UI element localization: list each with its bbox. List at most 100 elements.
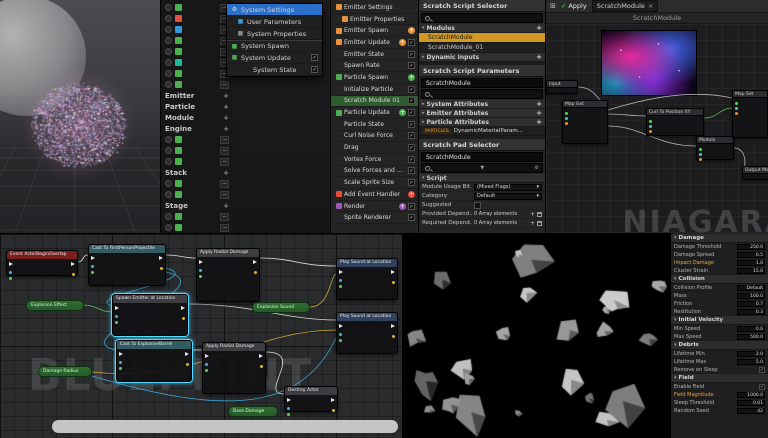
add-parameter-icon[interactable]: + <box>223 114 229 122</box>
module-enabled-checkbox[interactable]: ✓ <box>408 50 415 58</box>
scratch-module-item[interactable]: ScratchModule <box>419 33 545 43</box>
property-value-input[interactable]: 0.01 <box>737 399 765 406</box>
module-enabled-checkbox[interactable]: ✓ <box>408 144 415 152</box>
module-enabled-checkbox[interactable]: ✓ <box>408 97 415 105</box>
add-parameter-icon[interactable]: + <box>223 103 229 111</box>
pin-icon[interactable] <box>565 122 568 125</box>
stack-module-row[interactable]: Sprite Renderer + ✓ <box>331 212 418 225</box>
close-tab-icon[interactable]: × <box>648 2 653 10</box>
graph-node[interactable]: Map Set <box>732 90 768 138</box>
parameter-row[interactable]: − <box>161 178 233 189</box>
parameter-count-box[interactable]: − <box>220 146 229 155</box>
parameter-count-box[interactable]: − <box>220 157 229 166</box>
module-enabled-checkbox[interactable]: ✓ <box>408 202 415 210</box>
attribute-group-header[interactable]: ▸ System Attributes + <box>419 100 545 109</box>
add-module-button[interactable]: + <box>408 190 415 198</box>
details-section-header[interactable]: ▾ Damage <box>671 234 768 243</box>
graph-node[interactable]: Input <box>546 80 578 94</box>
property-dropdown[interactable]: Default ▾ <box>474 192 542 200</box>
menu-item[interactable]: ■ User Parameters ✓ <box>227 16 322 28</box>
add-element-icon[interactable]: + <box>530 220 535 227</box>
pin-icon[interactable] <box>649 120 652 123</box>
scratch-graph-canvas[interactable]: Input Map Get Curl To Position XY Modulo… <box>546 24 768 238</box>
parameter-count-box[interactable]: − <box>220 179 229 188</box>
dynamic-inputs-header[interactable]: ▸ Dynamic Inputs + <box>419 53 545 62</box>
scratch-module-tab[interactable]: ScratchModule × <box>591 0 659 12</box>
stack-module-row[interactable]: Curl Noise Force + ✓ <box>331 131 418 143</box>
parameter-row[interactable]: − <box>161 46 233 57</box>
property-value-input[interactable]: 2.0 <box>737 350 765 357</box>
stack-module-row[interactable]: Emitter Properties + ✓ <box>331 14 418 26</box>
panel-menu-icon[interactable]: ⊞ <box>550 2 556 10</box>
property-value-input[interactable]: 5.0 <box>737 358 765 365</box>
stack-module-row[interactable]: Solve Forces and Velocity + ✓ <box>331 166 418 178</box>
graph-node[interactable]: Modulo <box>696 136 734 161</box>
parameter-row[interactable]: − <box>161 68 233 79</box>
add-icon[interactable]: + <box>536 109 542 117</box>
variable-get-node[interactable]: Explosion Sound <box>252 302 310 313</box>
details-section-header[interactable]: ▾ Collision <box>671 275 768 284</box>
add-element-icon[interactable]: + <box>530 211 535 218</box>
stack-module-row[interactable]: Render + ✓ <box>331 201 418 213</box>
details-section-header[interactable]: ▾ Field <box>671 374 768 383</box>
parameter-row[interactable]: − <box>161 222 233 233</box>
module-enabled-checkbox[interactable]: ✓ <box>408 132 415 140</box>
menu-item[interactable]: ■ System Spawn ✓ <box>227 40 322 52</box>
stack-module-row[interactable]: Emitter Spawn + ✓ <box>331 25 418 38</box>
search-bar[interactable]: ▼ ⚙ <box>421 163 543 173</box>
destruction-viewport[interactable] <box>402 233 670 438</box>
stack-module-row[interactable]: Initialize Particle + ✓ <box>331 84 418 96</box>
parameter-category[interactable]: Module + <box>161 112 233 123</box>
module-enabled-checkbox[interactable]: ✓ <box>408 167 415 175</box>
stack-module-row[interactable]: Scale Sprite Size + ✓ <box>331 177 418 189</box>
module-enabled-checkbox[interactable]: ✓ <box>408 109 415 117</box>
property-value-input[interactable]: 1.0 <box>737 259 765 266</box>
parameter-row[interactable]: − <box>161 24 233 35</box>
attribute-group-header[interactable]: ▸ Emitter Attributes + <box>419 109 545 118</box>
add-parameter-icon[interactable]: + <box>223 169 229 177</box>
property-value-input[interactable]: 250.0 <box>737 243 765 250</box>
details-section-header[interactable]: ▾ Initial Velocity <box>671 316 768 325</box>
parameter-category[interactable]: Stage + <box>161 200 233 211</box>
stack-module-row[interactable]: Particle Update + ✓ <box>331 107 418 119</box>
apply-button[interactable]: ✓ Apply <box>561 2 587 10</box>
menu-item[interactable]: ⚙ System Settings ✓ <box>227 4 322 16</box>
module-enabled-checkbox[interactable]: ✓ <box>408 38 415 46</box>
stack-module-row[interactable]: Particle Spawn + ✓ <box>331 72 418 84</box>
parameter-row[interactable]: − <box>161 134 233 145</box>
preview-viewport[interactable] <box>0 0 160 233</box>
graph-node[interactable]: Output Module <box>742 166 768 180</box>
pin-icon[interactable] <box>565 112 568 115</box>
pin-icon[interactable] <box>649 130 652 133</box>
parameter-row[interactable]: − <box>161 13 233 24</box>
menu-item[interactable]: System State ✓ <box>227 64 322 76</box>
pin-icon[interactable] <box>699 148 702 151</box>
property-value-input[interactable]: 1000.0 <box>737 391 765 398</box>
parameter-row[interactable]: − <box>161 156 233 167</box>
parameter-category[interactable]: Emitter + <box>161 90 233 101</box>
parameter-row[interactable]: − <box>161 189 233 200</box>
parameter-row[interactable]: − <box>161 211 233 222</box>
pin-icon[interactable] <box>699 158 702 161</box>
delete-elements-icon[interactable] <box>537 220 542 226</box>
menu-item[interactable]: ■ System Update ✓ <box>227 52 322 64</box>
property-checkbox[interactable]: ✓ <box>759 366 765 373</box>
module-enabled-checkbox[interactable]: ✓ <box>408 155 415 163</box>
stack-module-row[interactable]: Spawn Rate + ✓ <box>331 60 418 73</box>
add-module-button[interactable]: + <box>408 73 415 81</box>
parameter-count-box[interactable]: − <box>220 80 229 89</box>
pin-icon[interactable] <box>735 107 738 110</box>
module-enabled-checkbox[interactable]: ✓ <box>408 120 415 128</box>
enabled-checkbox[interactable]: ✓ <box>311 66 318 73</box>
property-dropdown[interactable]: (Mixed Flags) ▾ <box>474 183 542 191</box>
stack-module-row[interactable]: Vortex Force + ✓ <box>331 154 418 166</box>
search-bar[interactable] <box>421 89 543 99</box>
add-icon[interactable]: + <box>536 53 542 61</box>
variable-get-node[interactable]: Base Damage <box>228 406 278 417</box>
attribute-group-header[interactable]: ▸ Particle Attributes + <box>419 118 545 127</box>
parameter-count-box[interactable]: − <box>220 190 229 199</box>
parameter-category[interactable]: Stack + <box>161 167 233 178</box>
stack-module-row[interactable]: Emitter State + ✓ <box>331 49 418 61</box>
enabled-checkbox[interactable]: ✓ <box>311 54 318 61</box>
property-value-input[interactable]: 100.0 <box>737 292 765 299</box>
